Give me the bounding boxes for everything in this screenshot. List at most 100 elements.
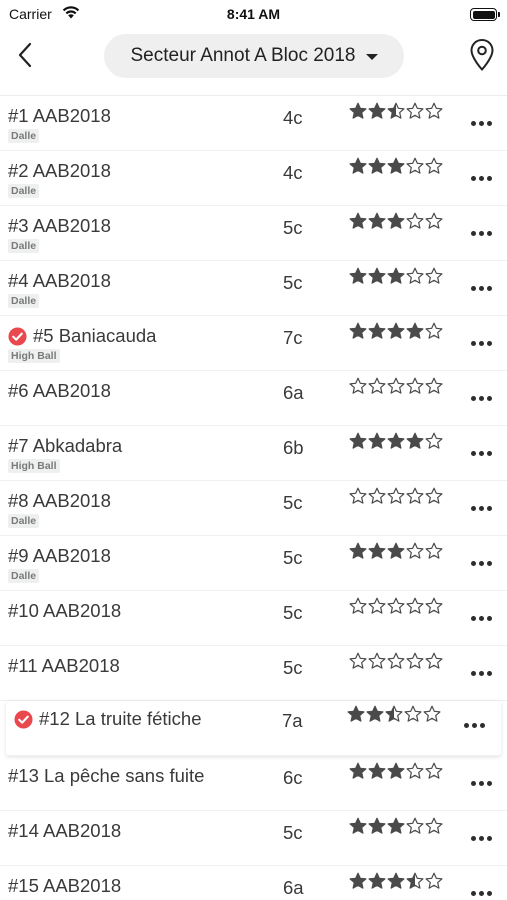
route-row[interactable]: #6 AAB2018 6a xyxy=(0,371,507,426)
more-dot xyxy=(478,670,484,676)
route-rating-stars xyxy=(349,597,443,615)
route-grade: 4c xyxy=(283,162,303,183)
more-dot xyxy=(478,395,484,401)
more-options-icon[interactable] xyxy=(467,388,495,408)
more-options-icon[interactable] xyxy=(467,278,495,298)
route-name-label: #13 La pêche sans fuite xyxy=(8,765,205,786)
star-empty-icon xyxy=(425,597,443,614)
battery-icon xyxy=(470,8,500,21)
star-empty-icon xyxy=(387,597,405,614)
route-row[interactable]: #8 AAB2018 Dalle 5c xyxy=(0,481,507,536)
more-options-icon[interactable] xyxy=(467,883,495,900)
more-dot xyxy=(470,340,476,346)
route-row[interactable]: #12 La truite fétiche 7a xyxy=(6,701,501,756)
star-filled-icon xyxy=(387,267,405,284)
star-filled-icon xyxy=(349,542,367,559)
star-filled-icon xyxy=(349,212,367,229)
route-row[interactable]: #1 AAB2018 Dalle 4c xyxy=(0,96,507,151)
more-dot xyxy=(478,780,484,786)
more-dot xyxy=(486,450,492,456)
route-style-tag: Dalle xyxy=(8,514,40,528)
route-row[interactable]: #10 AAB2018 5c xyxy=(0,591,507,646)
route-row[interactable]: #4 AAB2018 Dalle 5c xyxy=(0,261,507,316)
more-options-icon[interactable] xyxy=(467,113,495,133)
route-row[interactable]: #11 AAB2018 5c xyxy=(0,646,507,701)
more-options-icon[interactable] xyxy=(467,663,495,683)
star-empty-icon xyxy=(406,817,424,834)
route-name: #9 AAB2018 xyxy=(8,545,111,567)
more-options-icon[interactable] xyxy=(467,553,495,573)
more-dot xyxy=(486,890,492,896)
star-filled-icon xyxy=(349,157,367,174)
star-empty-icon xyxy=(425,322,443,339)
star-empty-icon xyxy=(406,652,424,669)
star-filled-icon xyxy=(387,762,405,779)
star-filled-icon xyxy=(387,432,405,449)
more-dot xyxy=(478,450,484,456)
route-rating-stars xyxy=(349,322,443,340)
more-dot xyxy=(478,120,484,126)
more-dot xyxy=(478,560,484,566)
route-grade: 6b xyxy=(283,437,304,458)
more-options-icon[interactable] xyxy=(467,168,495,188)
more-dot xyxy=(470,230,476,236)
route-row[interactable]: #15 AAB2018 6a xyxy=(0,866,507,900)
route-grade: 5c xyxy=(283,217,303,238)
route-row[interactable]: #9 AAB2018 Dalle 5c xyxy=(0,536,507,591)
route-name-label: #8 AAB2018 xyxy=(8,490,111,511)
route-name-label: #9 AAB2018 xyxy=(8,545,111,566)
route-row[interactable]: #2 AAB2018 Dalle 4c xyxy=(0,151,507,206)
back-chevron-icon[interactable] xyxy=(12,40,42,70)
more-dot xyxy=(478,835,484,841)
more-options-icon[interactable] xyxy=(460,715,488,735)
route-name-label: #3 AAB2018 xyxy=(8,215,111,236)
star-half-icon xyxy=(387,102,405,119)
star-empty-icon xyxy=(425,102,443,119)
star-empty-icon xyxy=(425,267,443,284)
star-empty-icon xyxy=(368,597,386,614)
star-filled-icon xyxy=(368,322,386,339)
more-dot xyxy=(478,505,484,511)
more-options-icon[interactable] xyxy=(467,333,495,353)
route-name: #13 La pêche sans fuite xyxy=(8,765,204,787)
more-options-icon[interactable] xyxy=(467,498,495,518)
more-options-icon[interactable] xyxy=(467,608,495,628)
route-row[interactable]: #7 Abkadabra High Ball 6b xyxy=(0,426,507,481)
star-empty-icon xyxy=(425,487,443,504)
route-rating-stars xyxy=(349,872,443,890)
more-options-icon[interactable] xyxy=(467,773,495,793)
more-dot xyxy=(486,560,492,566)
route-row[interactable]: #14 AAB2018 5c xyxy=(0,811,507,866)
star-empty-icon xyxy=(406,157,424,174)
star-filled-icon xyxy=(387,817,405,834)
more-dot xyxy=(470,615,476,621)
more-options-icon[interactable] xyxy=(467,223,495,243)
route-rating-stars xyxy=(349,267,443,285)
more-dot xyxy=(486,120,492,126)
route-row[interactable]: #5 Baniacauda High Ball 7c xyxy=(0,316,507,371)
route-name: #15 AAB2018 xyxy=(8,875,121,897)
more-options-icon[interactable] xyxy=(467,443,495,463)
star-empty-icon xyxy=(349,597,367,614)
route-name-label: #15 AAB2018 xyxy=(8,875,122,896)
star-empty-icon xyxy=(387,652,405,669)
star-filled-icon xyxy=(349,102,367,119)
route-name: #7 Abkadabra xyxy=(8,435,122,457)
star-filled-icon xyxy=(387,542,405,559)
more-options-icon[interactable] xyxy=(467,828,495,848)
star-empty-icon xyxy=(349,652,367,669)
more-dot xyxy=(478,340,484,346)
sector-selector[interactable]: Secteur Annot A Bloc 2018 xyxy=(104,34,404,78)
star-empty-icon xyxy=(387,377,405,394)
map-pin-icon[interactable] xyxy=(469,38,495,72)
route-row[interactable]: #3 AAB2018 Dalle 5c xyxy=(0,206,507,261)
route-rating-stars xyxy=(349,817,443,835)
star-empty-icon xyxy=(406,542,424,559)
status-bar: Carrier 8:41 AM xyxy=(0,0,507,28)
route-row[interactable]: #13 La pêche sans fuite 6c xyxy=(0,756,507,811)
more-dot xyxy=(478,285,484,291)
star-filled-icon xyxy=(387,212,405,229)
more-dot xyxy=(486,780,492,786)
route-name-label: #11 AAB2018 xyxy=(8,655,120,676)
route-name: #4 AAB2018 xyxy=(8,270,111,292)
